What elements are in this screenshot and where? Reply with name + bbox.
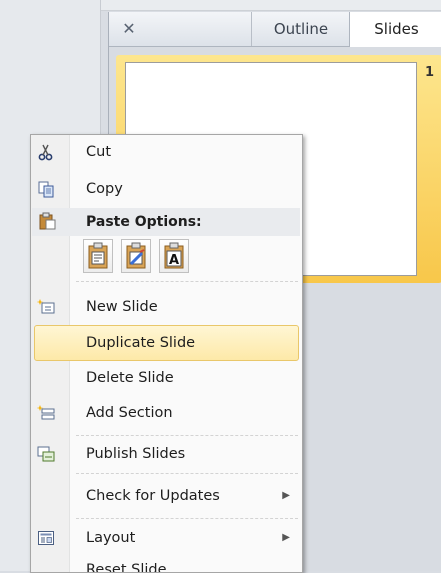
menu-item-publish-slides[interactable]: Publish Slides xyxy=(31,437,302,471)
menu-item-label: Reset Slide xyxy=(86,562,167,573)
menu-separator xyxy=(76,518,298,519)
paste-keep-text-only-button[interactable]: A xyxy=(159,239,189,273)
paste-options-header: Paste Options: xyxy=(32,208,300,236)
scissors-icon xyxy=(37,143,55,161)
menu-item-layout[interactable]: Layout ▶ xyxy=(31,521,302,555)
menu-separator xyxy=(76,435,298,436)
menu-item-cut[interactable]: Cut xyxy=(31,135,302,169)
clipboard-icon xyxy=(38,212,56,230)
menu-separator xyxy=(76,281,298,282)
menu-item-label: Cut xyxy=(86,144,111,160)
menu-item-label: Add Section xyxy=(86,405,173,421)
paste-options-label: Paste Options: xyxy=(86,214,202,230)
submenu-arrow-icon: ▶ xyxy=(282,532,290,543)
tab-slides[interactable]: Slides xyxy=(349,12,441,47)
menu-item-duplicate-slide[interactable]: Duplicate Slide xyxy=(34,325,299,361)
panel-tab-bar: ✕ Outline Slides xyxy=(109,12,441,47)
paste-keep-source-formatting-button[interactable] xyxy=(121,239,151,273)
context-menu: Cut Copy Paste Options: A New Slide Dupl… xyxy=(30,134,303,573)
paste-keep-text-only-icon: A xyxy=(160,242,188,276)
menu-item-new-slide[interactable]: New Slide xyxy=(31,290,302,324)
menu-item-label: Copy xyxy=(86,181,123,197)
submenu-arrow-icon: ▶ xyxy=(282,490,290,501)
svg-text:A: A xyxy=(169,253,179,268)
tab-outline[interactable]: Outline xyxy=(251,12,350,46)
publish-slides-icon xyxy=(37,445,55,463)
menu-item-reset-slide[interactable]: Reset Slide xyxy=(31,553,302,573)
paste-keep-source-formatting-icon xyxy=(122,242,150,276)
menu-item-add-section[interactable]: Add Section xyxy=(31,396,302,430)
slide-number: 1 xyxy=(424,65,434,80)
menu-item-label: Layout xyxy=(86,530,136,546)
menu-item-check-for-updates[interactable]: Check for Updates ▶ xyxy=(31,479,302,513)
menu-item-copy[interactable]: Copy xyxy=(31,172,302,206)
menu-item-label: Delete Slide xyxy=(86,370,174,386)
add-section-icon xyxy=(36,404,55,422)
new-slide-icon xyxy=(36,298,55,316)
menu-item-label: Duplicate Slide xyxy=(86,335,196,351)
menu-item-label: New Slide xyxy=(86,299,158,315)
layout-icon xyxy=(37,529,55,547)
copy-icon xyxy=(37,180,55,198)
menu-separator xyxy=(76,473,298,474)
menu-item-label: Check for Updates xyxy=(86,488,220,504)
menu-item-delete-slide[interactable]: Delete Slide xyxy=(31,361,302,395)
paste-use-destination-theme-icon xyxy=(84,242,112,276)
menu-item-label: Publish Slides xyxy=(86,446,186,462)
close-icon[interactable]: ✕ xyxy=(117,18,141,40)
paste-use-destination-theme-button[interactable] xyxy=(83,239,113,273)
